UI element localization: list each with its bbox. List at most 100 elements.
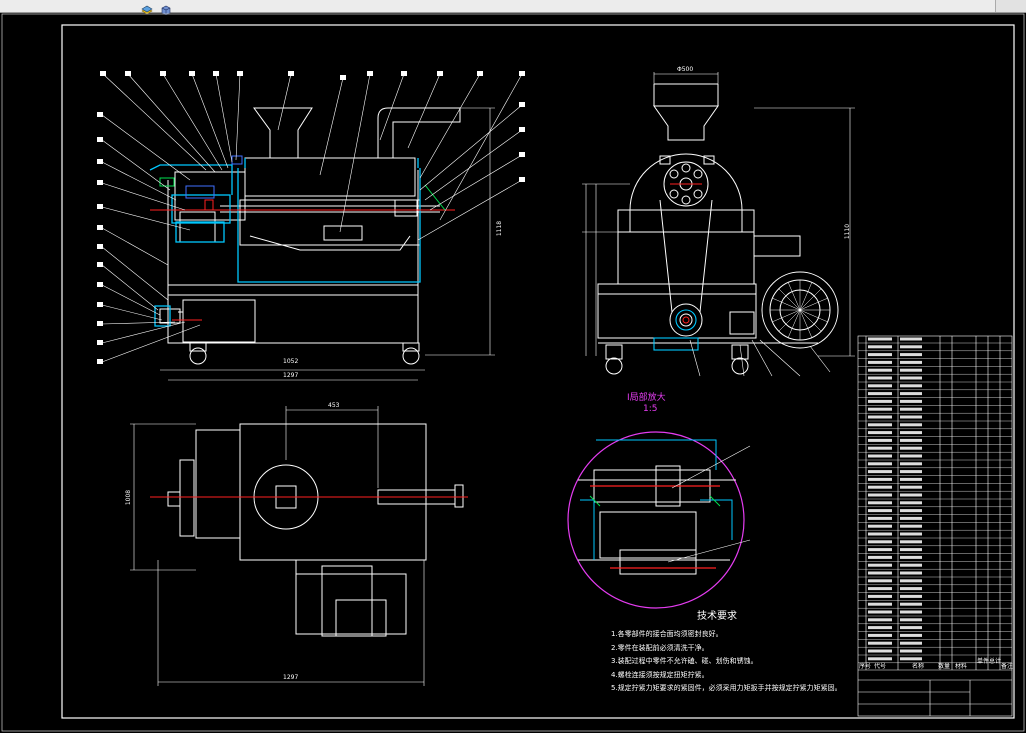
- bom-cell-mark: [868, 485, 892, 489]
- bom-cell-mark: [900, 516, 922, 520]
- tech-requirements-list: 1.各零部件的接合面均须密封良好。 2.零件在装配前必须清洗干净。 3.装配过程…: [611, 628, 842, 696]
- end-view-dims: [582, 72, 855, 357]
- toolbar-scroll-area[interactable]: [995, 0, 1026, 12]
- end-view-leaders: [689, 339, 831, 377]
- side-view-section-lines: [149, 158, 421, 327]
- tech-item: 1.各零部件的接合面均须密封良好。: [611, 630, 723, 638]
- bom-cell-mark: [900, 438, 922, 442]
- bom-cell-mark: [900, 524, 922, 528]
- cube-icon[interactable]: [160, 0, 172, 16]
- bom-cell-mark: [900, 571, 922, 575]
- bom-cell-mark: [868, 446, 892, 450]
- bom-cell-mark: [868, 657, 892, 661]
- bom-cell-mark: [900, 399, 922, 403]
- tech-requirements-title: 技术要求: [697, 611, 737, 622]
- bom-cell-mark: [900, 384, 922, 388]
- bom-cell-mark: [868, 649, 892, 653]
- bom-cell-mark: [900, 579, 922, 583]
- bom-cell-mark: [900, 618, 922, 622]
- bom-cell-mark: [868, 392, 892, 396]
- tech-item: 3.装配过程中零件不允许磕、碰、划伤和锈蚀。: [611, 657, 758, 665]
- bom-cell-mark: [900, 392, 922, 396]
- bom-cell-mark: [868, 353, 892, 357]
- detail-view-scale: 1:5: [643, 404, 658, 414]
- tech-item: 5.规定拧紧力矩要求的紧固件，必须采用力矩扳手并按规定拧紧力矩紧固。: [611, 684, 842, 692]
- end-hopper: [653, 105, 719, 141]
- end-motor-mount: [753, 235, 801, 257]
- drawing-outer-border: [1, 13, 1025, 732]
- bom-cell-mark: [900, 477, 922, 481]
- bom-cell-mark: [868, 594, 892, 598]
- bom-cell-mark: [868, 571, 892, 575]
- side-view: [159, 107, 461, 365]
- bom-cell-mark: [868, 641, 892, 645]
- side-view-blue-marks: [185, 155, 243, 199]
- bom-cell-mark: [868, 633, 892, 637]
- tb-header-code: 代号: [874, 663, 887, 670]
- layer-icon[interactable]: [141, 0, 153, 15]
- tb-header-qty: 数量: [938, 663, 951, 670]
- bom-cell-mark: [900, 415, 922, 419]
- bom-cell-mark: [900, 360, 922, 364]
- side-view-leaders: [101, 73, 523, 363]
- bom-cell-mark: [900, 493, 922, 497]
- side-view-dimensions: [160, 107, 495, 381]
- bom-cell-mark: [868, 548, 892, 552]
- bom-cell-mark: [868, 509, 892, 513]
- bom-cell-mark: [868, 470, 892, 474]
- upper-housing: [244, 157, 416, 197]
- bom-cell-mark: [868, 423, 892, 427]
- bom-cell-mark: [868, 516, 892, 520]
- bom-cell-mark: [868, 555, 892, 559]
- bom-cell-mark: [900, 454, 922, 458]
- dim-plan-top: 453: [328, 402, 340, 409]
- bom-cell-mark: [900, 431, 922, 435]
- bom-cell-mark: [868, 602, 892, 606]
- dim-plan-length: 1297: [283, 674, 299, 681]
- bom-cell-mark: [868, 415, 892, 419]
- bom-cell-mark: [868, 337, 892, 341]
- end-view-motor-fins: [770, 280, 830, 340]
- plan-body: [239, 423, 427, 561]
- drive-belt: [659, 199, 713, 313]
- plan-view: [167, 423, 464, 637]
- bom-cell-mark: [868, 493, 892, 497]
- bom-cell-mark: [900, 485, 922, 489]
- bom-cell-mark: [900, 641, 922, 645]
- dim-plan-width: 1008: [125, 489, 133, 506]
- bom-cell-mark: [868, 462, 892, 466]
- bom-cell-mark: [868, 532, 892, 536]
- bom-cell-mark: [900, 633, 922, 637]
- bom-cell-mark: [900, 462, 922, 466]
- bom-cell-mark: [868, 579, 892, 583]
- bom-cell-mark: [900, 376, 922, 380]
- bom-cell-mark: [868, 454, 892, 458]
- end-view: [597, 83, 839, 375]
- bom-cell-mark: [868, 610, 892, 614]
- end-caster-right: [731, 357, 749, 375]
- bom-cell-mark: [900, 540, 922, 544]
- bom-cell-mark: [868, 618, 892, 622]
- bom-cell-mark: [900, 501, 922, 505]
- bom-cell-mark: [900, 407, 922, 411]
- cad-drawing-canvas[interactable]: [0, 12, 1026, 733]
- bom-cell-mark: [868, 626, 892, 630]
- dim-side-width: 1297: [283, 372, 299, 379]
- bom-cell-mark: [900, 368, 922, 372]
- bom-cell-mark: [868, 524, 892, 528]
- side-view-red-marks: [150, 199, 455, 321]
- plan-view-dims: [130, 406, 425, 686]
- bom-cell-mark: [868, 501, 892, 505]
- end-housing: [629, 153, 743, 233]
- tb-header-material: 材料: [955, 663, 968, 670]
- end-view-red: [670, 183, 702, 324]
- side-motor: [182, 299, 256, 343]
- bom-cell-mark: [868, 368, 892, 372]
- plan-motor: [295, 573, 407, 635]
- caster-left: [189, 347, 207, 365]
- bom-cell-mark: [900, 563, 922, 567]
- base-frame: [167, 284, 419, 344]
- bom-cell-mark: [900, 532, 922, 536]
- detail-view: [567, 431, 751, 609]
- dim-end-height: 1110: [844, 223, 852, 240]
